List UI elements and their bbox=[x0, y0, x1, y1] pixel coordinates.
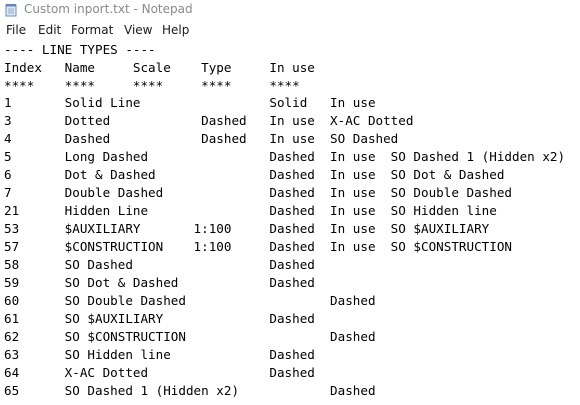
text-line: 64 X-AC Dotted Dashed bbox=[4, 365, 315, 380]
text-line: 62 SO $CONSTRUCTION Dashed bbox=[4, 329, 376, 344]
text-line: 58 SO Dashed Dashed bbox=[4, 257, 315, 272]
title-bar[interactable]: Custom inport.txt - Notepad bbox=[0, 0, 580, 20]
text-line: 1 Solid Line Solid In use bbox=[4, 95, 376, 110]
menu-view[interactable]: View bbox=[124, 23, 152, 37]
text-line: 57 $CONSTRUCTION 1:100 Dashed In use SO … bbox=[4, 239, 512, 254]
menu-help[interactable]: Help bbox=[162, 23, 189, 37]
text-line: 61 SO $AUXILIARY Dashed bbox=[4, 311, 315, 326]
menu-format[interactable]: Format bbox=[71, 23, 113, 37]
text-line: 60 SO Double Dashed Dashed bbox=[4, 293, 376, 308]
text-line: 4 Dashed Dashed In use SO Dashed bbox=[4, 131, 399, 146]
menu-file[interactable]: File bbox=[6, 23, 26, 37]
text-editor[interactable]: ---- LINE TYPES ---- Index Name Scale Ty… bbox=[0, 41, 580, 405]
notepad-icon bbox=[5, 4, 17, 17]
text-line: 7 Double Dashed Dashed In use SO Double … bbox=[4, 185, 512, 200]
text-line: 59 SO Dot & Dashed Dashed bbox=[4, 275, 315, 290]
text-line: ---- LINE TYPES ---- bbox=[4, 42, 156, 57]
menu-bar: File Edit Format View Help bbox=[0, 21, 580, 41]
text-line: Index Name Scale Type In use bbox=[4, 60, 315, 75]
text-line: 3 Dotted Dashed In use X-AC Dotted bbox=[4, 113, 414, 128]
text-line: 21 Hidden Line Dashed In use SO Hidden l… bbox=[4, 203, 497, 218]
text-line: **** **** **** **** **** bbox=[4, 78, 300, 93]
menu-edit[interactable]: Edit bbox=[38, 23, 61, 37]
text-line: 5 Long Dashed Dashed In use SO Dashed 1 … bbox=[4, 149, 566, 164]
text-line: 65 SO Dashed 1 (Hidden x2) Dashed bbox=[4, 383, 376, 398]
text-line: 6 Dot & Dashed Dashed In use SO Dot & Da… bbox=[4, 167, 505, 182]
text-line: 53 $AUXILIARY 1:100 Dashed In use SO $AU… bbox=[4, 221, 490, 236]
text-line: 63 SO Hidden line Dashed bbox=[4, 347, 315, 362]
window-title: Custom inport.txt - Notepad bbox=[24, 2, 193, 16]
